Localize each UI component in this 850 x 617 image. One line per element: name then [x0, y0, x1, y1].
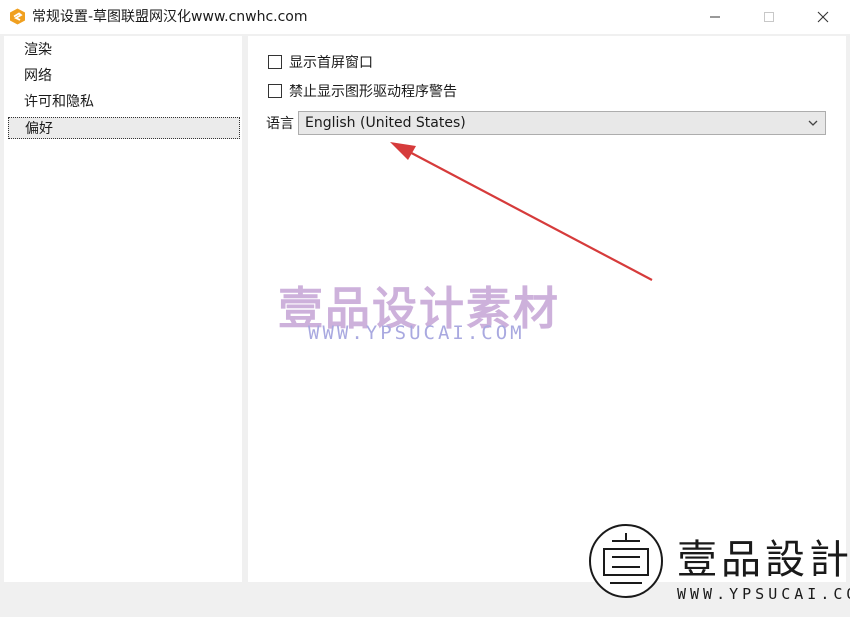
watermark-center-url: WWW.YPSUCAI.COM	[308, 322, 525, 344]
sidebar-item-label: 渲染	[24, 42, 52, 58]
show-welcome-window-row[interactable]: 显示首屏窗口	[268, 52, 373, 72]
close-button[interactable]	[800, 0, 846, 34]
sidebar-item-network[interactable]: 网络	[8, 65, 240, 87]
sidebar-item-label: 许可和隐私	[24, 94, 94, 110]
annotation-arrow	[390, 142, 653, 281]
sidebar-item-label: 偏好	[25, 121, 53, 137]
sidebar-item-license-privacy[interactable]: 许可和隐私	[8, 91, 240, 113]
maximize-icon	[764, 12, 774, 22]
settings-category-list: 渲染 网络 许可和隐私 偏好	[4, 36, 242, 582]
chevron-down-icon	[808, 120, 818, 126]
show-welcome-window-checkbox[interactable]	[268, 55, 282, 69]
language-select-value: English (United States)	[305, 115, 466, 131]
disable-driver-warning-label: 禁止显示图形驱动程序警告	[289, 84, 457, 100]
maximize-button[interactable]	[746, 0, 792, 34]
sidebar-item-rendering[interactable]: 渲染	[8, 39, 240, 61]
disable-driver-warning-row[interactable]: 禁止显示图形驱动程序警告	[268, 81, 457, 101]
close-icon	[817, 11, 829, 23]
watermark-corner-text: 壹品設計	[677, 537, 850, 583]
watermark-logo-icon	[589, 524, 663, 598]
show-welcome-window-label: 显示首屏窗口	[289, 55, 373, 71]
sketchup-logo-icon	[10, 8, 25, 25]
language-label: 语言	[266, 116, 294, 132]
sidebar-item-label: 网络	[24, 68, 52, 84]
minimize-button[interactable]	[692, 0, 738, 34]
sidebar-item-preferences[interactable]: 偏好	[8, 117, 240, 139]
minimize-icon	[710, 16, 720, 18]
title-bar[interactable]: 常规设置-草图联盟网汉化www.cnwhc.com	[0, 0, 850, 34]
watermark-corner-url: WWW.YPSUCAI.COM	[677, 585, 850, 603]
disable-driver-warning-checkbox[interactable]	[268, 84, 282, 98]
window-title: 常规设置-草图联盟网汉化www.cnwhc.com	[32, 9, 308, 25]
language-select[interactable]: English (United States)	[298, 111, 826, 135]
